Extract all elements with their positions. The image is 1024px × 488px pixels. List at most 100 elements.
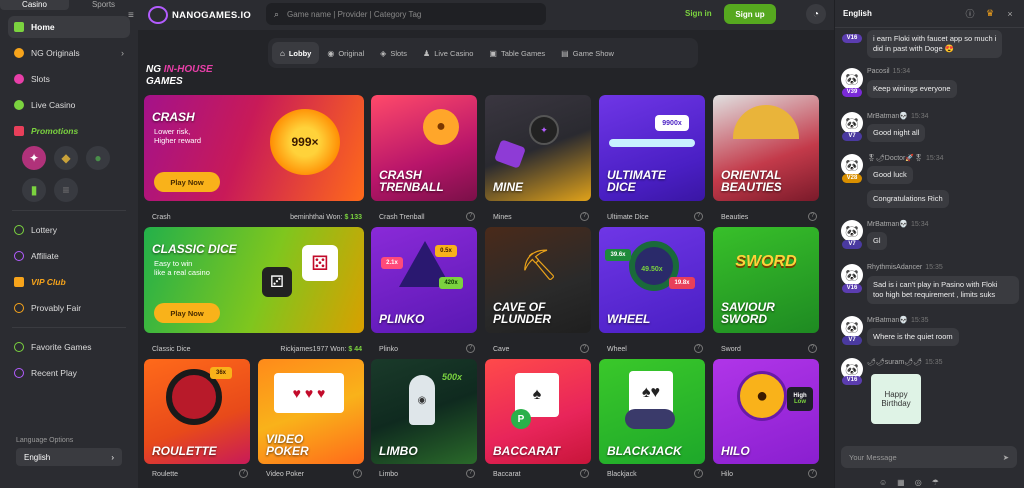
search-placeholder: Game name | Provider | Category Tag [287, 9, 422, 19]
tab-casino[interactable]: Casino [0, 0, 69, 10]
search-input[interactable]: ⌕ Game name | Provider | Category Tag [266, 3, 546, 25]
sidebar-item-vip-club[interactable]: VIP Club [8, 271, 130, 293]
tab-original[interactable]: ◉ Original [319, 42, 372, 64]
chat-messages: V16 i earn Floki with faucet app so much… [835, 30, 1024, 440]
chat-message-input[interactable]: Your Message ➤ [841, 446, 1017, 468]
signup-button[interactable]: Sign up [724, 4, 776, 24]
play-now-button[interactable]: Play Now [154, 303, 220, 323]
play-now-button[interactable]: Play Now [154, 172, 220, 192]
info-icon[interactable]: ? [466, 344, 475, 353]
game-card-limbo[interactable]: ◉ 500x LIMBO Limbo ? [371, 359, 477, 478]
avatar[interactable]: 🐼 [841, 316, 863, 338]
sidebar-item-lottery[interactable]: Lottery [8, 219, 130, 241]
promotions-icon [14, 126, 24, 136]
tab-live-casino[interactable]: ♟ Live Casino [415, 42, 481, 64]
game-card-wheel[interactable]: 39.6x 49.50x 19.8x WHEEL Wheel ? [599, 227, 705, 353]
multiplier-badge: 39.6x [605, 249, 631, 261]
game-card-classic-dice[interactable]: ⚄ ⚂ CLASSIC DICE Easy to win like a real … [144, 227, 364, 353]
chips-icon [625, 409, 675, 429]
top-header: ≡ NANOGAMES.IO ⌕ Game name | Provider | … [128, 0, 834, 30]
avatar[interactable]: 🐼 [841, 264, 863, 286]
info-icon[interactable]: ⓘ [964, 7, 976, 20]
info-icon[interactable]: ? [239, 469, 248, 478]
gif-icon[interactable]: ▦ [897, 478, 905, 487]
coin-icon[interactable]: ◎ [915, 478, 922, 487]
avatar[interactable]: 🐼 [841, 220, 863, 242]
emoji-icon[interactable]: ☺ [879, 478, 887, 487]
game-card-baccarat[interactable]: ♠ P BACCARAT Baccarat ? [485, 359, 591, 478]
info-icon[interactable]: ? [580, 212, 589, 221]
info-icon[interactable]: ? [808, 469, 817, 478]
game-card-plinko[interactable]: 2.1x 0.5x 420x PLINKO Plinko ? [371, 227, 477, 353]
sidebar-item-provably-fair[interactable]: Provably Fair [8, 297, 130, 319]
menu-toggle-icon[interactable]: ≡ [128, 10, 140, 21]
sidebar-item-favorite-games[interactable]: Favorite Games [8, 336, 130, 358]
game-card-hilo[interactable]: ● High Low HILO Hilo ? [713, 359, 819, 478]
sidebar-item-ng-originals[interactable]: NG Originals › [8, 42, 130, 64]
info-icon[interactable]: ? [694, 212, 703, 221]
tab-sports[interactable]: Sports [69, 0, 138, 10]
low-label: Low [794, 399, 806, 405]
sidebar-item-home[interactable]: Home [8, 16, 130, 38]
message-text: did in past with Doge 😍 [873, 44, 955, 53]
game-card-oriental-beauties[interactable]: ORIENTAL BEAUTIES Beauties ? [713, 95, 819, 221]
tab-lobby[interactable]: ⌂ Lobby [272, 42, 320, 64]
coin-stack-icon[interactable]: ≡ [54, 178, 78, 202]
sidebar-item-affiliate[interactable]: Affiliate [8, 245, 130, 267]
game-card-blackjack[interactable]: ♠♥ BLACKJACK Blackjack ? [599, 359, 705, 478]
cash-icon[interactable]: ▮ [22, 178, 46, 202]
game-card-crash-trenball[interactable]: ● CRASH TRENBALL Crash Trenball ? [371, 95, 477, 221]
left-sidebar: Casino Sports Home NG Originals › Slots L… [0, 0, 138, 488]
info-icon[interactable]: ? [808, 344, 817, 353]
tab-label: Original [338, 48, 365, 58]
chat-toggle-icon[interactable]: ◔ [806, 4, 826, 24]
avatar[interactable]: 🐼 [841, 68, 863, 90]
message-text: Sad is i can't play in Pasino with Floki [873, 280, 998, 289]
title-line: SWORD [721, 312, 767, 326]
multiplier-badge: 9900x [655, 115, 689, 131]
rain-icon[interactable]: ☂ [932, 478, 939, 487]
game-card-cave[interactable]: ⛏ CAVE OF PLUNDER Cave ? [485, 227, 591, 353]
sidebar-item-promotions[interactable]: Promotions [8, 120, 130, 142]
signin-link[interactable]: Sign in [685, 9, 712, 18]
avatar[interactable]: 🐼 [841, 154, 863, 176]
avatar[interactable]: 🐼 [841, 112, 863, 134]
site-logo[interactable]: NANOGAMES.IO [148, 6, 251, 24]
info-icon[interactable]: ? [580, 469, 589, 478]
game-card-saviour-sword[interactable]: SWORD SAVIOUR SWORD Sword ? [713, 227, 819, 353]
game-card-video-poker[interactable]: ♥ ♥ ♥ VIDEO POKER Video Poker ? [258, 359, 364, 478]
close-icon[interactable]: × [1004, 9, 1016, 19]
send-icon[interactable]: ➤ [1003, 453, 1009, 462]
dice-icon: ⚂ [262, 267, 292, 297]
game-card-mine[interactable]: ✦ MINE Mines ? [485, 95, 591, 221]
chat-tools: ☺ ▦ ◎ ☂ [879, 478, 939, 487]
tab-slots[interactable]: ◈ Slots [372, 42, 415, 64]
game-card-roulette[interactable]: 36x ROULETTE Roulette ? [144, 359, 250, 478]
home-icon [14, 22, 24, 32]
cards-icon: ♥ ♥ ♥ [274, 373, 344, 413]
username: MrBatman💀 15:34 [867, 112, 929, 120]
info-icon[interactable]: ? [808, 212, 817, 221]
tab-table-games[interactable]: ▣ Table Games [481, 42, 553, 64]
info-icon[interactable]: ? [353, 469, 362, 478]
game-card-ultimate-dice[interactable]: 9900x ULTIMATE DICE Ultimate Dice ? [599, 95, 705, 221]
birthday-sticker: Happy Birthday [871, 374, 921, 424]
frog-icon[interactable]: ● [86, 146, 110, 170]
info-icon[interactable]: ? [466, 469, 475, 478]
info-icon[interactable]: ? [466, 212, 475, 221]
info-icon[interactable]: ? [694, 469, 703, 478]
sidebar-divider [12, 210, 126, 211]
main-content: ⌂ Lobby ◉ Original ◈ Slots ♟ Live Casino ▣ Ta… [138, 30, 834, 488]
info-icon[interactable]: ? [580, 344, 589, 353]
chat-language[interactable]: English [843, 9, 872, 18]
sidebar-item-slots[interactable]: Slots [8, 68, 130, 90]
sidebar-item-live-casino[interactable]: Live Casino [8, 94, 130, 116]
trophy-icon[interactable]: ♛ [984, 8, 996, 19]
language-select[interactable]: English › [16, 448, 122, 466]
info-icon[interactable]: ? [694, 344, 703, 353]
wheel-promo-icon[interactable]: ✦ [22, 146, 46, 170]
tab-game-show[interactable]: ▤ Game Show [553, 42, 622, 64]
lucky-bag-icon[interactable]: ◆ [54, 146, 78, 170]
sidebar-item-recent-play[interactable]: Recent Play [8, 362, 130, 384]
game-card-crash[interactable]: 999× CRASH Lower risk, Higher reward Play… [144, 95, 364, 221]
